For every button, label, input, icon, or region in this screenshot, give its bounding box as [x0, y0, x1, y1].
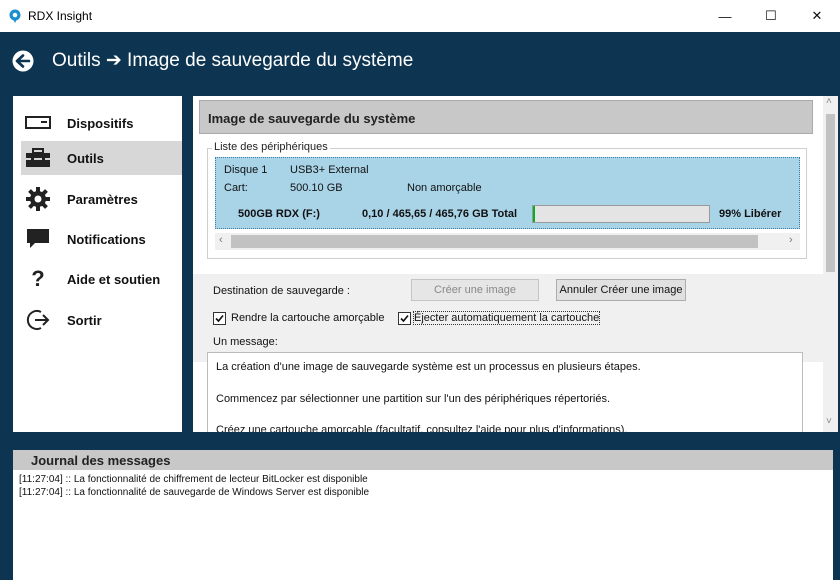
device-list-title: Liste des périphériques — [212, 141, 330, 153]
device-list-group: Liste des périphériques Disque 1 USB3+ E… — [207, 141, 807, 259]
window-title: RDX Insight — [28, 9, 93, 23]
drive-icon — [25, 110, 51, 136]
message-box: La création d'une image de sauvegarde sy… — [207, 352, 803, 432]
cancel-image-button[interactable]: Annuler Créer une image — [556, 279, 686, 301]
toolbox-icon — [25, 145, 51, 171]
sidebar-item-label: Aide et soutien — [67, 271, 161, 287]
eject-checkbox-label[interactable]: Éjecter automatiquement la cartouche — [412, 311, 601, 325]
sidebar-item-sortir[interactable]: Sortir — [21, 303, 182, 337]
device-boot-status: Non amorçable — [407, 182, 482, 194]
sidebar: Dispositifs Outils Paramètres Notificati… — [13, 96, 182, 432]
scrollbar-thumb[interactable] — [231, 235, 758, 248]
message-label: Un message: — [213, 336, 278, 348]
gear-icon — [25, 186, 51, 212]
free-space-bar-fill — [533, 206, 535, 222]
sidebar-item-dispositifs[interactable]: Dispositifs — [21, 106, 182, 140]
app-logo-icon — [9, 9, 21, 23]
log-line: [11:27:04] :: La fonctionnalité de sauve… — [19, 487, 370, 498]
sidebar-item-label: Notifications — [67, 231, 146, 247]
close-button[interactable]: ✕ — [794, 0, 840, 32]
chat-icon — [25, 226, 51, 252]
title-bar: RDX Insight — ☐ ✕ — [0, 0, 840, 32]
scroll-up-icon[interactable]: ˄ — [826, 96, 832, 107]
destination-label: Destination de sauvegarde : — [213, 285, 350, 297]
sidebar-item-notifications[interactable]: Notifications — [21, 222, 182, 256]
message-log: [11:27:04] :: La fonctionnalité de chiff… — [13, 470, 833, 580]
question-icon: ? — [31, 266, 45, 291]
sidebar-item-parametres[interactable]: Paramètres — [21, 182, 182, 216]
device-row[interactable]: Disque 1 USB3+ External Cart: 500.10 GB … — [215, 157, 800, 229]
message-line: Créez une cartouche amorçable (facultati… — [216, 424, 628, 432]
sidebar-item-label: Paramètres — [67, 191, 138, 207]
sidebar-item-label: Sortir — [67, 312, 102, 328]
log-title: Journal des messages — [13, 450, 833, 470]
message-line: La création d'une image de sauvegarde sy… — [216, 361, 641, 373]
device-interface: USB3+ External — [290, 164, 369, 176]
maximize-button[interactable]: ☐ — [748, 0, 794, 32]
device-usage: 0,10 / 465,65 / 465,76 GB Total — [362, 208, 518, 220]
check-icon — [400, 314, 409, 323]
device-disk: Disque 1 — [224, 164, 268, 176]
message-line: Commencez par sélectionner une partition… — [216, 393, 611, 405]
horizontal-scrollbar[interactable]: ‹ › — [215, 233, 800, 250]
scroll-left-icon[interactable]: ‹ — [219, 234, 223, 246]
device-cart-label: Cart: — [224, 182, 248, 194]
sidebar-item-outils[interactable]: Outils — [21, 141, 182, 175]
page-header: Outils ➔ Image de sauvegarde du système — [0, 32, 840, 89]
section-title: Image de sauvegarde du système — [199, 100, 813, 134]
exit-icon — [25, 307, 51, 333]
page-title: Outils ➔ Image de sauvegarde du système — [52, 50, 414, 71]
sidebar-item-aide[interactable]: ? Aide et soutien — [21, 262, 182, 296]
scrollbar-thumb[interactable] — [826, 114, 835, 272]
scroll-down-icon[interactable]: ˅ — [826, 416, 832, 427]
device-cart-size: 500.10 GB — [290, 182, 343, 194]
bootable-checkbox[interactable] — [213, 312, 226, 325]
minimize-button[interactable]: — — [702, 0, 748, 32]
free-space-bar — [532, 205, 710, 223]
back-arrow-icon[interactable] — [12, 50, 34, 72]
eject-checkbox[interactable] — [398, 312, 411, 325]
device-volume: 500GB RDX (F:) — [238, 208, 320, 220]
check-icon — [215, 314, 224, 323]
main-panel: Image de sauvegarde du système Liste des… — [193, 96, 838, 432]
bootable-checkbox-label[interactable]: Rendre la cartouche amorçable — [231, 312, 384, 324]
create-image-button[interactable]: Créer une image — [411, 279, 539, 301]
scroll-right-icon[interactable]: › — [789, 234, 793, 246]
sidebar-item-label: Dispositifs — [67, 115, 134, 131]
log-line: [11:27:04] :: La fonctionnalité de chiff… — [19, 474, 368, 485]
free-space-label: 99% Libérer — [719, 208, 782, 220]
vertical-scrollbar[interactable]: ˄ ˅ — [823, 96, 838, 432]
sidebar-item-label: Outils — [67, 150, 104, 166]
